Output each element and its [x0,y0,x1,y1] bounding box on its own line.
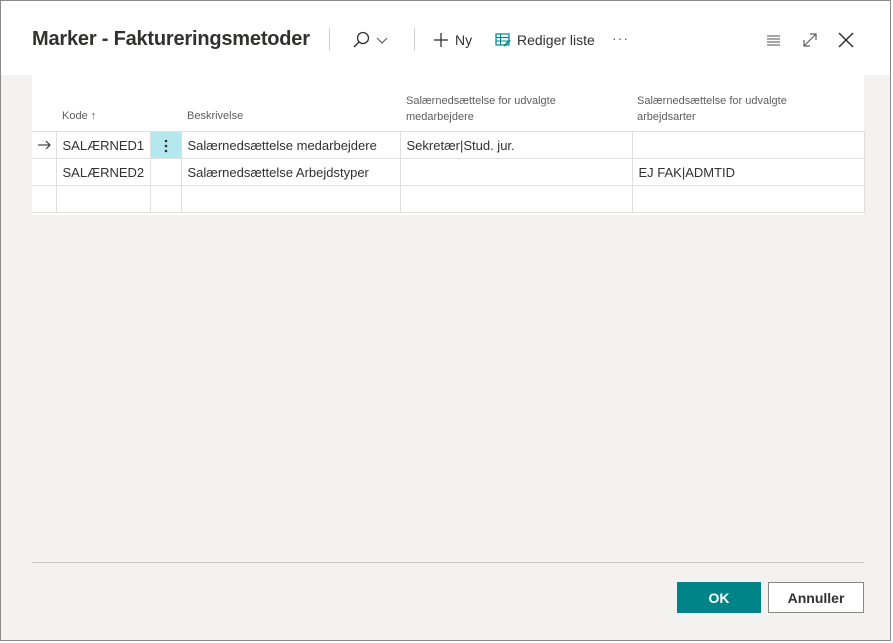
column-header-employees-line1: Salærnedsættelse for udvalgte [406,95,556,107]
cell-employees[interactable] [399,185,633,213]
column-header-code[interactable]: Kode ↑ [62,108,96,124]
row-actions-button[interactable] [149,131,182,159]
dialog: Marker - Faktureringsmetoder Ny Rediger … [0,0,891,641]
cancel-button[interactable]: Annuller [768,582,864,613]
column-header-description[interactable]: Beskrivelse [187,108,243,124]
table-row[interactable]: SALÆRNED1 Salærnedsættelse medarbejdere … [32,131,865,159]
cell-worktypes[interactable] [631,185,865,213]
more-options-button[interactable]: ··· [612,25,629,51]
close-icon [837,31,855,49]
expand-button[interactable] [801,27,819,53]
row-actions-cell [149,158,182,186]
new-button[interactable]: Ny [433,27,472,53]
search-button[interactable] [352,27,388,53]
search-icon [352,30,372,50]
cell-code[interactable]: SALÆRNED2 [55,158,151,186]
row-indicator [32,185,57,213]
column-header-worktypes-line2: arbejdsarter [637,111,696,123]
row-indicator [32,131,57,159]
column-header-worktypes[interactable]: Salærnedsættelse for udvalgte arbejdsart… [637,93,787,125]
new-button-label: Ny [455,32,473,48]
list-icon [765,32,781,48]
list-content: Kode ↑ Beskrivelse Salærnedsættelse for … [32,75,865,215]
cell-worktypes[interactable]: EJ FAK|ADMTID [631,158,865,186]
row-actions-cell [149,185,182,213]
column-header-employees[interactable]: Salærnedsættelse for udvalgte medarbejde… [406,93,556,125]
cell-code[interactable]: SALÆRNED1 [55,131,151,159]
cell-employees[interactable]: Sekretær|Stud. jur. [399,131,633,159]
edit-list-label: Rediger liste [517,32,595,48]
cell-description[interactable]: Salærnedsættelse medarbejdere [180,131,401,159]
edit-list-icon [495,32,511,48]
ok-button[interactable]: OK [677,582,761,613]
column-header-employees-line2: medarbejdere [406,111,474,123]
toolbar-separator [329,28,330,51]
table-row-empty[interactable] [32,185,865,213]
expand-icon [801,31,819,49]
dialog-header: Marker - Faktureringsmetoder Ny Rediger … [1,1,890,75]
cell-employees[interactable] [399,158,633,186]
vertical-dots-icon [164,137,168,153]
cell-worktypes[interactable] [631,131,865,159]
toolbar-separator [414,28,415,51]
edit-list-button[interactable]: Rediger liste [495,27,595,53]
more-icon: ··· [612,30,629,46]
plus-icon [433,32,449,48]
table-row[interactable]: SALÆRNED2 Salærnedsættelse Arbejdstyper … [32,158,865,186]
dialog-title: Marker - Faktureringsmetoder [32,28,310,50]
footer-divider [32,562,864,563]
arrow-right-icon [38,138,52,153]
list-view-button[interactable] [765,27,781,53]
chevron-down-icon [376,34,388,46]
cell-description[interactable]: Salærnedsættelse Arbejdstyper [180,158,401,186]
close-button[interactable] [837,27,855,53]
column-header-worktypes-line1: Salærnedsættelse for udvalgte [637,95,787,107]
row-indicator [32,158,57,186]
cell-description[interactable] [180,185,401,213]
cell-code[interactable] [55,185,151,213]
data-grid: SALÆRNED1 Salærnedsættelse medarbejdere … [32,131,865,213]
